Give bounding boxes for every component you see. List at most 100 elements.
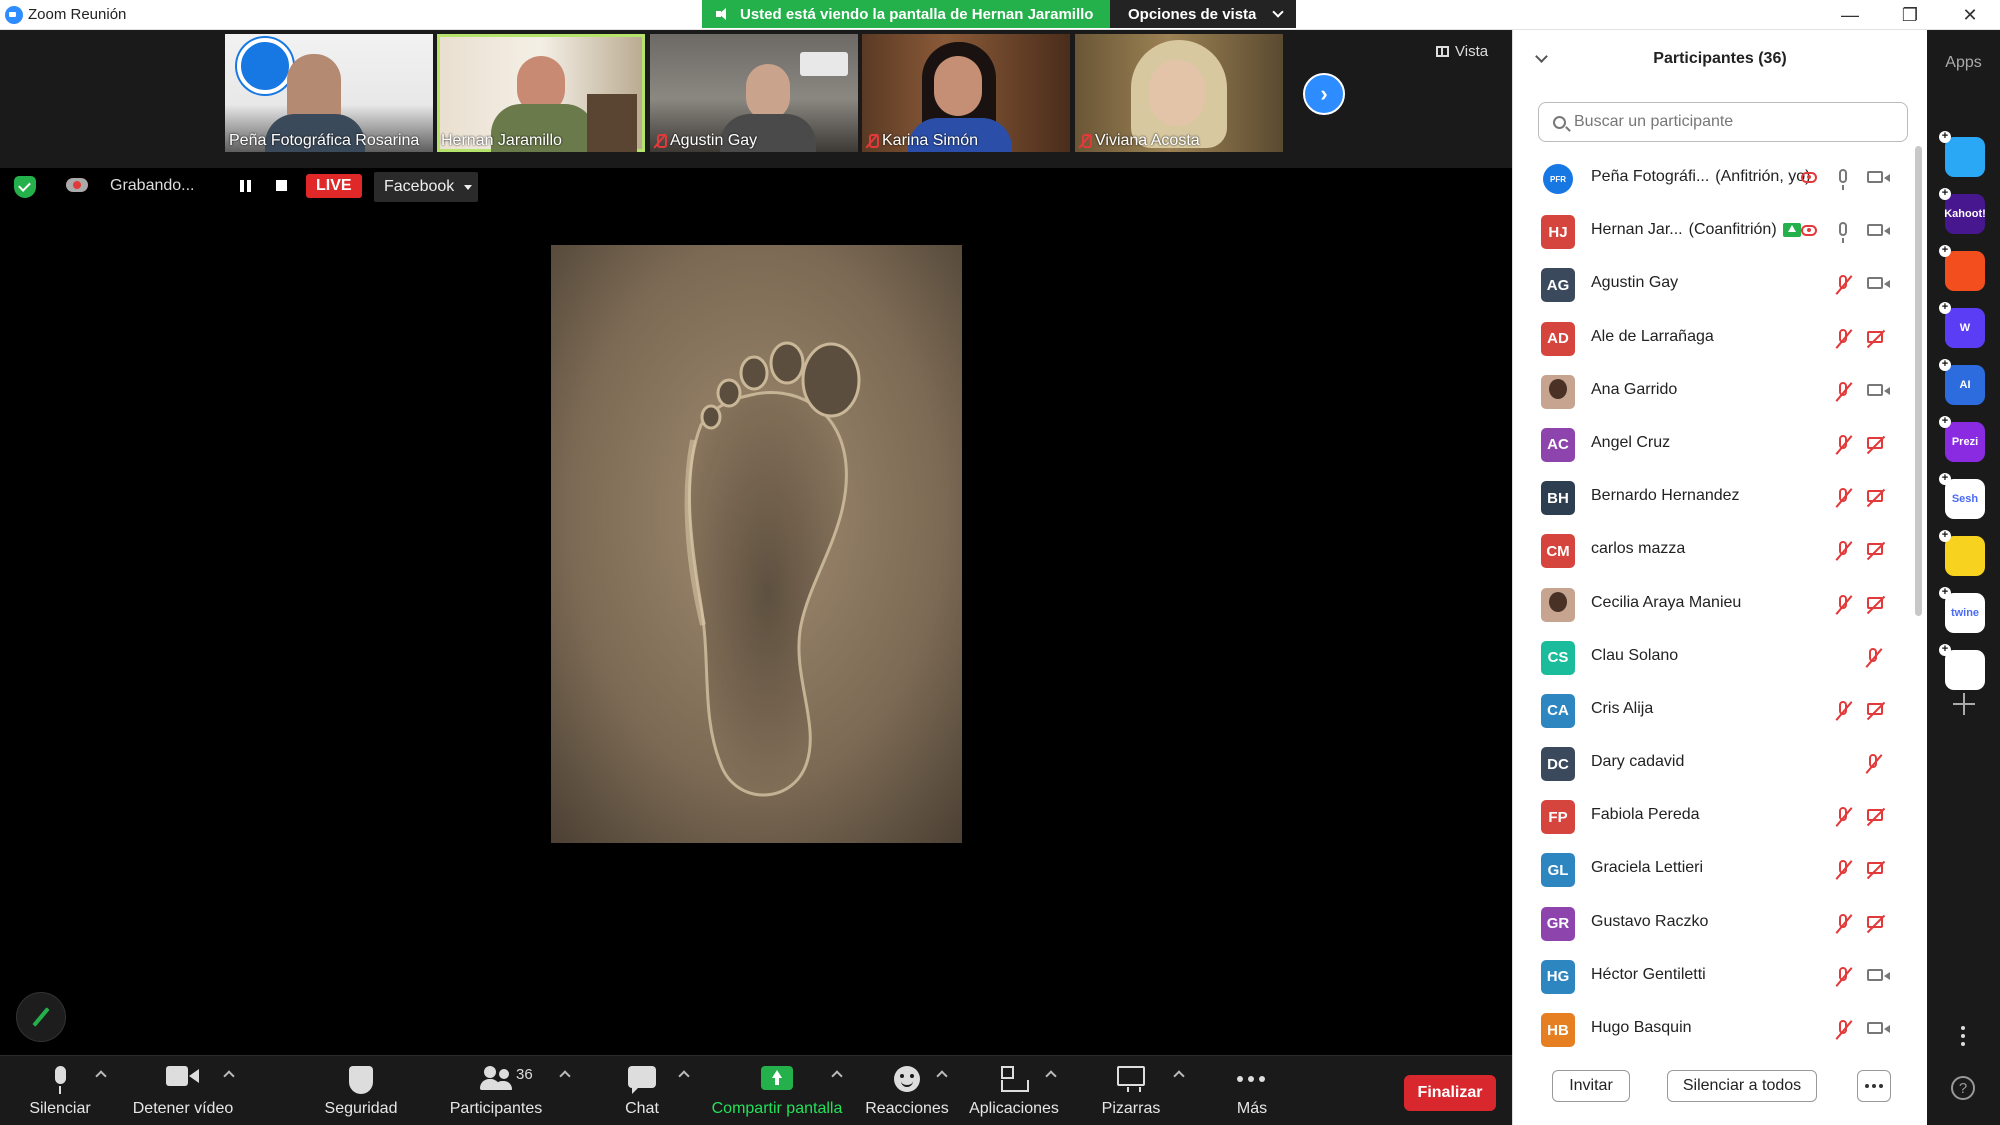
muted-mic-icon[interactable] [1839, 488, 1847, 503]
view-button[interactable]: Vista [1436, 43, 1488, 60]
participant-row[interactable]: AD Ale de Larrañaga [1513, 312, 1903, 365]
camera-icon[interactable] [1867, 1022, 1890, 1034]
muted-mic-icon[interactable] [1839, 807, 1847, 822]
muted-mic-icon[interactable] [1839, 275, 1847, 290]
muted-mic-icon[interactable] [1839, 1020, 1847, 1034]
participant-row[interactable]: GL Graciela Lettieri [1513, 843, 1903, 896]
help-icon[interactable]: ? [1951, 1076, 1975, 1100]
chat-options-caret-icon[interactable] [678, 1070, 690, 1082]
stream-platform-dropdown[interactable]: Facebook [374, 172, 478, 202]
muted-mic-icon[interactable] [1839, 381, 1847, 396]
participant-status-icons [1783, 487, 1903, 509]
stop-video-button[interactable]: Detener vídeo [128, 1060, 238, 1122]
muted-mic-icon[interactable] [1839, 700, 1847, 715]
muted-mic-icon[interactable] [1839, 860, 1847, 875]
share-screen-button[interactable]: Compartir pantalla [705, 1060, 849, 1122]
video-thumbnail[interactable]: Peña Fotográfica Rosarina [225, 34, 433, 152]
red-app-icon[interactable]: + [1939, 245, 1985, 291]
twine-app-icon[interactable]: + twine [1939, 587, 1985, 633]
wooclap-app-icon[interactable]: + W [1939, 302, 1985, 348]
live-badge[interactable]: LIVE [306, 174, 362, 198]
camera-off-icon[interactable] [1867, 596, 1883, 609]
camera-off-icon[interactable] [1867, 543, 1883, 556]
participants-button[interactable]: 36 Participantes [446, 1060, 546, 1122]
kahoot-app-icon[interactable]: + Kahoot! [1939, 188, 1986, 234]
video-thumbnail[interactable]: Viviana Acosta [1075, 34, 1283, 152]
chat-button[interactable]: Chat [612, 1060, 672, 1122]
camera-off-icon[interactable] [1867, 330, 1883, 343]
close-button[interactable]: ✕ [1940, 0, 2000, 30]
blocks-app-icon[interactable]: + [1939, 644, 1985, 690]
pitch-app-icon[interactable]: + [1939, 131, 1985, 177]
participant-row[interactable]: Cecilia Araya Manieu [1513, 578, 1903, 631]
prezi-app-icon[interactable]: + Prezi [1939, 416, 1985, 462]
mute-all-button[interactable]: Silenciar a todos [1667, 1070, 1817, 1102]
panel-more-button[interactable] [1857, 1070, 1891, 1102]
apps-button[interactable]: Aplicaciones [964, 1060, 1064, 1122]
microphone-icon[interactable] [1839, 169, 1847, 190]
participant-row[interactable]: DC Dary cadavid [1513, 737, 1903, 790]
video-thumbnail[interactable]: Hernan Jaramillo [437, 34, 645, 152]
muted-mic-icon[interactable] [1839, 434, 1847, 449]
video-thumbnail[interactable]: Karina Simón [862, 34, 1070, 152]
camera-off-icon[interactable] [1867, 915, 1883, 928]
camera-icon[interactable] [1867, 171, 1890, 183]
participant-row[interactable]: CM carlos mazza [1513, 524, 1903, 577]
participant-row[interactable]: Ana Garrido [1513, 365, 1903, 418]
participants-options-caret-icon[interactable] [559, 1070, 571, 1082]
video-thumbnail[interactable]: Agustin Gay [650, 34, 858, 152]
whiteboards-options-caret-icon[interactable] [1173, 1070, 1185, 1082]
end-meeting-button[interactable]: Finalizar [1404, 1075, 1496, 1111]
view-options-button[interactable]: Opciones de vista [1110, 0, 1296, 28]
camera-off-icon[interactable] [1867, 490, 1883, 503]
microphone-icon[interactable] [1839, 222, 1847, 244]
participant-row[interactable]: HB Hugo Basquin [1513, 1003, 1903, 1056]
security-button[interactable]: Seguridad [316, 1060, 406, 1122]
whiteboards-button[interactable]: Pizarras [1096, 1060, 1166, 1122]
muted-mic-icon[interactable] [1839, 328, 1847, 343]
participant-row[interactable]: AG Agustin Gay [1513, 258, 1903, 311]
participant-row[interactable]: GR Gustavo Raczko [1513, 897, 1903, 950]
muted-mic-icon[interactable] [1869, 647, 1877, 662]
camera-icon[interactable] [1867, 224, 1890, 237]
minimize-button[interactable]: — [1820, 0, 1880, 30]
participant-row[interactable]: AC Angel Cruz [1513, 418, 1903, 471]
camera-icon[interactable] [1867, 383, 1890, 396]
participant-status-icons [1783, 753, 1903, 775]
camera-off-icon[interactable] [1867, 436, 1883, 449]
stop-recording-icon[interactable] [276, 180, 287, 191]
participant-row[interactable]: HG Héctor Gentiletti [1513, 950, 1903, 1003]
participant-row[interactable]: FP Fabiola Pereda [1513, 790, 1903, 843]
annotate-button[interactable] [16, 992, 66, 1042]
rail-more-icon[interactable] [1961, 1034, 1965, 1038]
reactions-button[interactable]: Reacciones [862, 1060, 952, 1122]
next-page-arrow-icon[interactable]: › [1303, 73, 1345, 115]
camera-off-icon[interactable] [1867, 862, 1883, 875]
muted-mic-icon[interactable] [1839, 594, 1847, 609]
sesh-app-icon[interactable]: + Sesh [1939, 473, 1985, 519]
camera-icon[interactable] [1867, 277, 1890, 290]
add-app-icon[interactable] [1953, 693, 1975, 715]
invite-button[interactable]: Invitar [1552, 1070, 1630, 1102]
participant-list-scrollbar[interactable] [1915, 146, 1922, 616]
participant-row[interactable]: BH Bernardo Hernandez [1513, 471, 1903, 524]
ai-app-icon[interactable]: + AI [1939, 359, 1985, 405]
muted-mic-icon[interactable] [1839, 913, 1847, 928]
muted-mic-icon[interactable] [1869, 754, 1877, 769]
camera-off-icon[interactable] [1867, 809, 1883, 822]
pause-recording-icon[interactable] [240, 180, 251, 192]
restore-button[interactable]: ❐ [1880, 0, 1940, 30]
camera-icon[interactable] [1867, 968, 1890, 981]
mute-button[interactable]: Silenciar [20, 1060, 100, 1122]
encryption-shield-icon[interactable] [14, 176, 36, 198]
more-button[interactable]: Más [1222, 1060, 1282, 1122]
camera-off-icon[interactable] [1867, 702, 1883, 715]
participant-search-input[interactable]: Buscar un participante [1538, 102, 1908, 142]
muted-mic-icon[interactable] [1839, 966, 1847, 981]
emoji-app-icon[interactable]: + [1939, 530, 1985, 576]
participant-row[interactable]: HJ Hernan Jar... (Coanfitrión) [1513, 205, 1903, 258]
participant-row[interactable]: Peña Fotográfi...(Anfitrión, yo) [1513, 152, 1903, 205]
muted-mic-icon[interactable] [1839, 541, 1847, 556]
participant-row[interactable]: CA Cris Alija [1513, 684, 1903, 737]
participant-row[interactable]: CS Clau Solano [1513, 631, 1903, 684]
